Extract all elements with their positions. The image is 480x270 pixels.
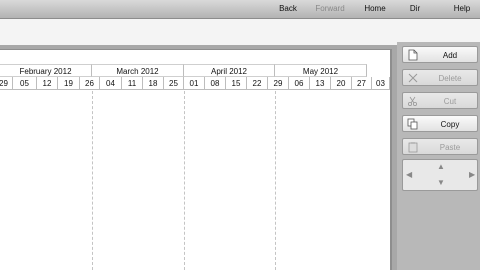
add-label: Add	[442, 51, 458, 60]
document-icon	[408, 49, 418, 61]
week-header: 29	[0, 77, 13, 90]
x-icon	[408, 73, 418, 83]
copy-icon	[407, 118, 418, 130]
week-header: 29	[268, 77, 289, 90]
month-header-row: February 2012 March 2012 April 2012 May …	[0, 64, 392, 77]
week-header: 19	[58, 77, 80, 90]
navigation-pad: ◀ ▲ ▼ ▶	[402, 159, 478, 191]
week-header: 05	[13, 77, 37, 90]
week-header: 26	[80, 77, 100, 90]
week-header: 20	[331, 77, 352, 90]
week-header: 15	[226, 77, 247, 90]
week-header: 06	[289, 77, 310, 90]
month-header: April 2012	[184, 64, 275, 77]
back-label: Back	[279, 4, 297, 13]
month-header: March 2012	[92, 64, 184, 77]
month-divider	[92, 91, 93, 270]
week-header: 13	[310, 77, 331, 90]
month-divider	[184, 91, 185, 270]
back-button[interactable]: Back	[266, 0, 310, 18]
week-header: 11	[122, 77, 143, 90]
copy-button[interactable]: Copy	[402, 115, 478, 132]
dir-label: Dir	[409, 4, 421, 13]
paste-icon	[408, 142, 418, 153]
month-header: May 2012	[275, 64, 367, 77]
help-label: Help	[453, 4, 471, 13]
home-label: Home	[364, 4, 386, 13]
month-header: February 2012	[0, 64, 92, 77]
paste-button[interactable]: Paste	[402, 138, 478, 155]
cut-button[interactable]: Cut	[402, 92, 478, 109]
week-header: 01	[184, 77, 205, 90]
delete-label: Delete	[438, 74, 462, 83]
forward-label: Forward	[315, 4, 345, 13]
week-header: 22	[247, 77, 268, 90]
week-header: 12	[37, 77, 58, 90]
help-button[interactable]: Help	[440, 0, 480, 18]
add-button[interactable]: Add	[402, 46, 478, 63]
forward-button[interactable]: Forward	[308, 0, 352, 18]
month-divider	[275, 91, 276, 270]
dir-button[interactable]: Dir	[393, 0, 437, 18]
copy-label: Copy	[440, 120, 460, 129]
paste-label: Paste	[439, 143, 461, 152]
week-header: 18	[143, 77, 164, 90]
down-arrow-icon[interactable]: ▼	[437, 178, 445, 187]
left-arrow-icon[interactable]: ◀	[406, 170, 412, 179]
week-header: 27	[352, 77, 372, 90]
up-arrow-icon[interactable]: ▲	[437, 162, 445, 171]
week-header: 03	[372, 77, 390, 90]
cut-label: Cut	[443, 97, 457, 106]
week-header: 08	[205, 77, 226, 90]
week-header-row: 29 05 12 19 26 04 11 18 25 01 08 15 22 2…	[0, 77, 392, 90]
home-button[interactable]: Home	[353, 0, 397, 18]
week-header: 04	[100, 77, 122, 90]
side-panel: Add Delete Cut Copy Paste ◀ ▲ ▼ ▶	[397, 42, 480, 270]
scissors-icon	[407, 96, 418, 107]
right-arrow-icon[interactable]: ▶	[469, 170, 475, 179]
main-toolbar: Back Forward Home Dir Help	[0, 0, 480, 19]
week-header: 25	[164, 77, 184, 90]
delete-button[interactable]: Delete	[402, 69, 478, 86]
calendar-view[interactable]: February 2012 March 2012 April 2012 May …	[0, 49, 392, 270]
